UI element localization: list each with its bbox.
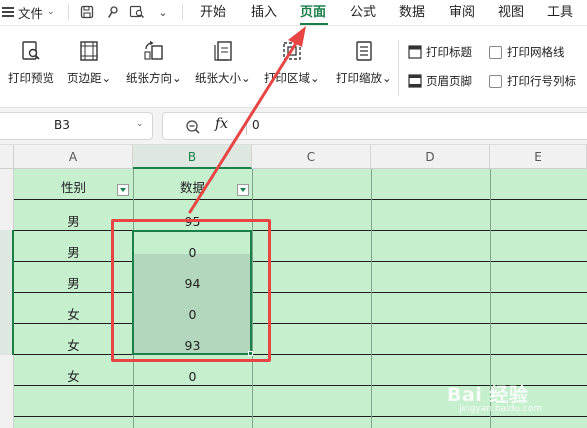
tab-data[interactable]: 数据 — [399, 3, 425, 23]
paper-size-button[interactable]: 纸张大小⌄ — [195, 40, 251, 86]
chevron-down-icon: ⌄ — [172, 71, 182, 85]
cell-a1[interactable]: 性别 — [14, 176, 133, 200]
watermark: Bai 经验 jingyan.baidu.com — [447, 380, 577, 420]
checkbox-box[interactable] — [489, 45, 502, 59]
cell-a7[interactable]: 女 — [14, 362, 133, 392]
divider — [246, 119, 247, 135]
chevron-down-icon: ⌄ — [47, 7, 55, 17]
corner-select-all[interactable] — [0, 145, 14, 169]
ribbon-toolbar: 打印预览 页边距⌄ 纸张方向⌄ 纸张大小⌄ 打印区域⌄ 打印缩放⌄ 打印标题 页… — [0, 26, 587, 108]
print-titles-button[interactable]: 打印标题 — [408, 44, 472, 60]
cell-b7[interactable]: 0 — [133, 362, 252, 392]
orientation-icon — [144, 40, 163, 60]
chevron-down-icon: ⌄ — [310, 71, 320, 85]
name-box-value: B3 — [54, 118, 70, 132]
print-scale-button[interactable]: 打印缩放⌄ — [336, 40, 392, 86]
annotation-highlight-box — [111, 219, 271, 362]
tab-view[interactable]: 视图 — [498, 3, 524, 23]
active-tab-indicator — [300, 23, 328, 25]
column-header-b[interactable]: B — [133, 145, 252, 169]
header-footer-button[interactable]: 页眉页脚 — [408, 73, 472, 89]
more-chevron-icon[interactable]: ⌄ — [154, 3, 172, 21]
formula-bar: B3 ⌄ fx 0 — [0, 108, 587, 145]
tab-page-layout[interactable]: 页面 — [300, 3, 326, 23]
tab-review[interactable]: 审阅 — [449, 3, 475, 23]
formula-input[interactable]: fx 0 — [162, 112, 587, 140]
watermark-url: jingyan.baidu.com — [459, 404, 543, 414]
formula-value[interactable]: 0 — [252, 118, 260, 132]
column-header-c[interactable]: C — [252, 145, 371, 169]
paper-size-label: 纸张大小⌄ — [195, 71, 251, 85]
print-area-button[interactable]: 打印区域⌄ — [264, 40, 320, 86]
fx-icon[interactable]: fx — [215, 116, 228, 132]
tab-insert[interactable]: 插入 — [251, 3, 277, 23]
print-area-label: 打印区域⌄ — [264, 71, 320, 85]
margins-icon — [80, 41, 98, 61]
print-titles-label: 打印标题 — [426, 45, 472, 59]
print-preview-button[interactable]: 打印预览 — [8, 40, 54, 86]
chevron-down-icon: ⌄ — [101, 71, 112, 85]
filter-dropdown-icon[interactable] — [117, 184, 129, 196]
file-menu-label: 文件 — [18, 5, 44, 21]
margins-button[interactable]: 页边距⌄ — [67, 40, 111, 86]
save-icon[interactable] — [78, 3, 96, 21]
print-preview-label: 打印预览 — [8, 71, 54, 85]
hamburger-icon — [2, 7, 14, 17]
margins-label: 页边距⌄ — [67, 71, 112, 85]
print-gridlines-label: 打印网格线 — [507, 45, 565, 59]
format-painter-icon[interactable] — [104, 3, 122, 21]
column-header-e[interactable]: E — [490, 145, 587, 169]
column-header-d[interactable]: D — [371, 145, 490, 169]
print-scale-icon — [356, 41, 372, 61]
header-footer-icon — [408, 74, 422, 88]
watermark-brand: Bai 经验 — [447, 384, 529, 406]
divider — [182, 4, 183, 20]
name-box[interactable]: B3 ⌄ — [0, 112, 153, 140]
filter-dropdown-icon[interactable] — [237, 184, 249, 196]
paper-size-icon — [214, 41, 232, 61]
print-headings-label: 打印行号列标 — [507, 74, 576, 88]
column-header-a[interactable]: A — [14, 145, 133, 169]
tab-formulas[interactable]: 公式 — [350, 3, 376, 23]
zoom-out-icon[interactable] — [185, 119, 201, 135]
orientation-label: 纸张方向⌄ — [126, 71, 182, 85]
print-preview-quick-icon[interactable] — [128, 3, 146, 21]
checkbox-box[interactable] — [489, 74, 502, 88]
print-titles-icon — [408, 45, 422, 59]
menu-bar: 文件 ⌄ ⌄ 开始 插入 页面 公式 数据 审阅 视图 工具 — [0, 0, 587, 26]
print-headings-checkbox[interactable]: 打印行号列标 — [489, 73, 576, 89]
chevron-down-icon: ⌄ — [241, 71, 251, 85]
file-menu[interactable]: 文件 ⌄ — [0, 0, 55, 24]
header-footer-label: 页眉页脚 — [426, 74, 472, 88]
print-gridlines-checkbox[interactable]: 打印网格线 — [489, 44, 565, 60]
selected-row-headers[interactable] — [0, 230, 14, 355]
chevron-down-icon[interactable]: ⌄ — [136, 119, 144, 129]
divider — [68, 4, 69, 20]
tab-home[interactable]: 开始 — [200, 3, 226, 23]
print-preview-icon — [22, 41, 40, 60]
cell-b1[interactable]: 数据 — [133, 176, 252, 200]
tab-tools[interactable]: 工具 — [547, 3, 573, 23]
chevron-down-icon: ⌄ — [382, 71, 392, 85]
divider — [398, 40, 399, 96]
print-scale-label: 打印缩放⌄ — [336, 71, 392, 85]
print-area-icon — [283, 42, 301, 60]
column-gridline — [371, 169, 372, 428]
orientation-button[interactable]: 纸张方向⌄ — [126, 40, 182, 86]
